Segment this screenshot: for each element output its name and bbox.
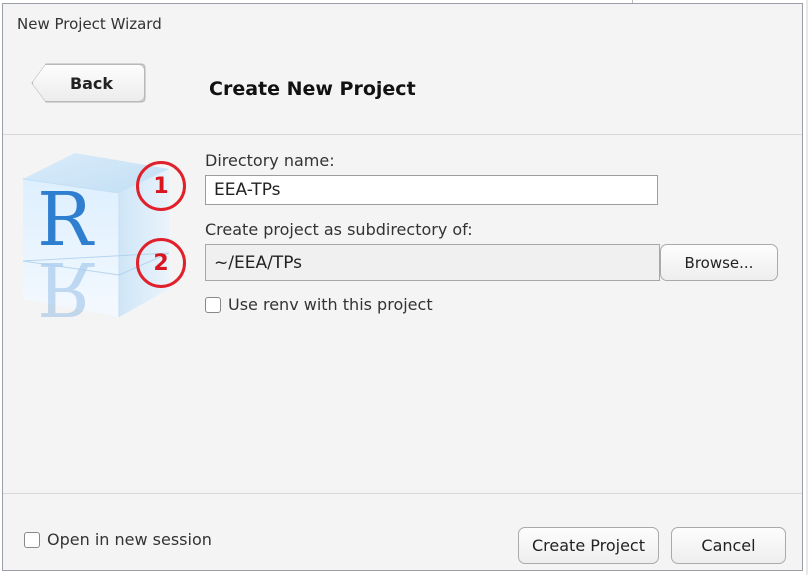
annotation-marker-1: 1	[136, 161, 186, 211]
create-project-label: Create Project	[532, 536, 645, 555]
svg-text:R: R	[37, 245, 95, 319]
cancel-button[interactable]: Cancel	[671, 527, 786, 564]
parent-directory-input[interactable]	[205, 244, 660, 281]
window-title: New Project Wizard	[17, 15, 162, 33]
annotation-marker-2: 2	[136, 238, 186, 288]
back-button[interactable]: Back	[32, 64, 145, 102]
directory-name-label: Directory name:	[205, 151, 335, 170]
directory-name-input[interactable]	[205, 175, 658, 205]
annotation-marker-2-number: 2	[153, 250, 169, 276]
browse-button[interactable]: Browse...	[660, 244, 778, 281]
title-bar[interactable]: New Project Wizard	[3, 4, 802, 44]
renv-option[interactable]: Use renv with this project	[205, 295, 433, 314]
new-session-label: Open in new session	[47, 530, 212, 549]
wizard-footer: Open in new session Create Project Cance…	[3, 493, 802, 570]
new-session-checkbox[interactable]	[24, 531, 40, 548]
wizard-body: R R Directory name: Create project as su…	[3, 135, 802, 493]
browse-button-label: Browse...	[684, 253, 754, 272]
back-button-label: Back	[69, 73, 114, 93]
renv-checkbox[interactable]	[205, 296, 221, 313]
new-session-option[interactable]: Open in new session	[24, 530, 212, 549]
wizard-header: Back Create New Project	[3, 44, 802, 135]
renv-label: Use renv with this project	[228, 295, 433, 314]
cancel-label: Cancel	[701, 536, 756, 555]
new-project-dialog: New Project Wizard Back Create New Proje…	[2, 3, 803, 571]
subdirectory-label: Create project as subdirectory of:	[205, 220, 473, 239]
page-title: Create New Project	[209, 78, 416, 100]
annotation-marker-1-number: 1	[153, 173, 169, 199]
create-project-button[interactable]: Create Project	[518, 527, 659, 564]
